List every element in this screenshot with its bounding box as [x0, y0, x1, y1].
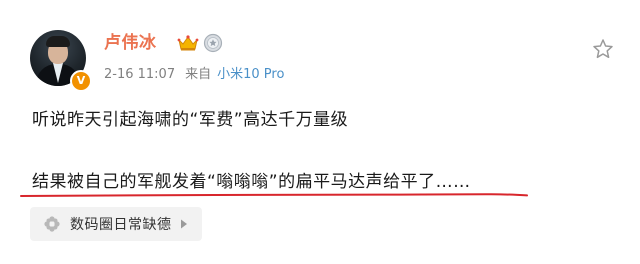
username[interactable]: 卢伟冰: [104, 32, 157, 54]
topic-chip[interactable]: 数码圈日常缺德: [30, 207, 202, 241]
verified-badge-icon: V: [70, 70, 92, 92]
crown-icon: [177, 35, 199, 51]
medal-icon: [203, 33, 223, 53]
post-meta: 2-16 11:07 来自 小米10 Pro: [104, 66, 284, 84]
source-prefix: 来自: [185, 67, 212, 82]
device-link[interactable]: 小米10 Pro: [217, 67, 284, 82]
post-text-line-1: 听说昨天引起海啸的“军费”高达千万量级: [32, 110, 349, 130]
topic-label: 数码圈日常缺德: [70, 217, 172, 233]
weibo-post: V 卢伟冰 2-16 11:07 来自 小米10 Pro 听说昨天引起海啸的“军费”…: [0, 0, 640, 264]
post-time: 2-16 11:07: [104, 67, 176, 82]
red-underline: [20, 193, 528, 197]
post-text-line-2: 结果被自己的军舰发着“嗡嗡嗡”的扁平马达声给平了……: [32, 172, 471, 192]
chevron-right-icon: [180, 219, 187, 229]
star-icon[interactable]: [592, 38, 614, 60]
flower-icon: [44, 216, 60, 232]
